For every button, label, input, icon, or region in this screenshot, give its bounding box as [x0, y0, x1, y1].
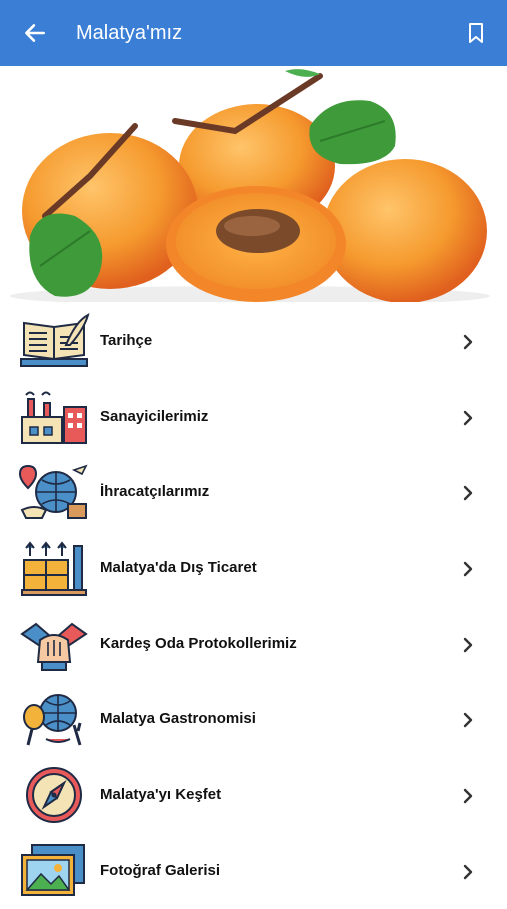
chevron-right-icon	[463, 788, 473, 804]
chevron-right-icon	[463, 864, 473, 880]
handshake-icon	[20, 622, 88, 671]
compass-icon	[26, 767, 82, 824]
menu-item-label: Tarihçe	[100, 332, 153, 349]
photo-gallery-icon	[21, 843, 85, 896]
hero-image	[0, 66, 507, 302]
apricots-photo	[10, 69, 490, 302]
menu-item-label: Malatya'da Dış Ticaret	[100, 559, 257, 577]
menu-item-label: Sanayicilerimiz	[100, 407, 209, 425]
menu-item-tarihce[interactable]: Tarihçe	[0, 303, 507, 379]
history-book-icon	[20, 313, 90, 367]
chevron-right-icon	[463, 637, 473, 652]
menu-item-sanayicilerimiz[interactable]: Sanayicilerimiz	[0, 379, 507, 455]
chevron-right-icon	[463, 561, 473, 577]
chevron-right-icon	[463, 410, 473, 425]
menu-item-label: Malatya'yı Keşfet	[100, 786, 222, 804]
menu-item-gastronomi[interactable]: Malatya Gastronomisi	[0, 681, 507, 757]
menu-item-label: Kardeş Oda Protokollerimiz	[100, 634, 297, 652]
menu-item-kesfet[interactable]: Malatya'yı Keşfet	[0, 757, 507, 833]
export-globe-icon	[18, 465, 88, 520]
menu-item-kardes-oda[interactable]: Kardeş Oda Protokollerimiz	[0, 606, 507, 682]
chevron-right-icon	[463, 713, 473, 728]
menu-item-label: Malatya Gastronomisi	[100, 710, 256, 728]
chevron-right-icon	[463, 334, 473, 350]
trade-boxes-icon	[21, 541, 87, 597]
chevron-right-icon	[463, 486, 473, 501]
bookmark-icon[interactable]	[464, 20, 488, 46]
menu-item-label: İhracatçılarımız	[100, 483, 210, 501]
menu-list: Tarihçe Sanayicilerimiz İhracatçılarımız…	[0, 303, 507, 909]
menu-item-fotograf-galerisi[interactable]: Fotoğraf Galerisi	[0, 833, 507, 909]
arrow-left-icon[interactable]	[22, 20, 48, 46]
page-title: Malatya'mız	[76, 22, 183, 44]
menu-item-ihracatcilarimiz[interactable]: İhracatçılarımız	[0, 454, 507, 530]
menu-item-dis-ticaret[interactable]: Malatya'da Dış Ticaret	[0, 530, 507, 606]
app-bar: Malatya'mız	[0, 0, 507, 66]
menu-item-label: Fotoğraf Galerisi	[100, 861, 221, 879]
factory-icon	[21, 391, 87, 444]
gastronomy-icon	[23, 694, 82, 746]
